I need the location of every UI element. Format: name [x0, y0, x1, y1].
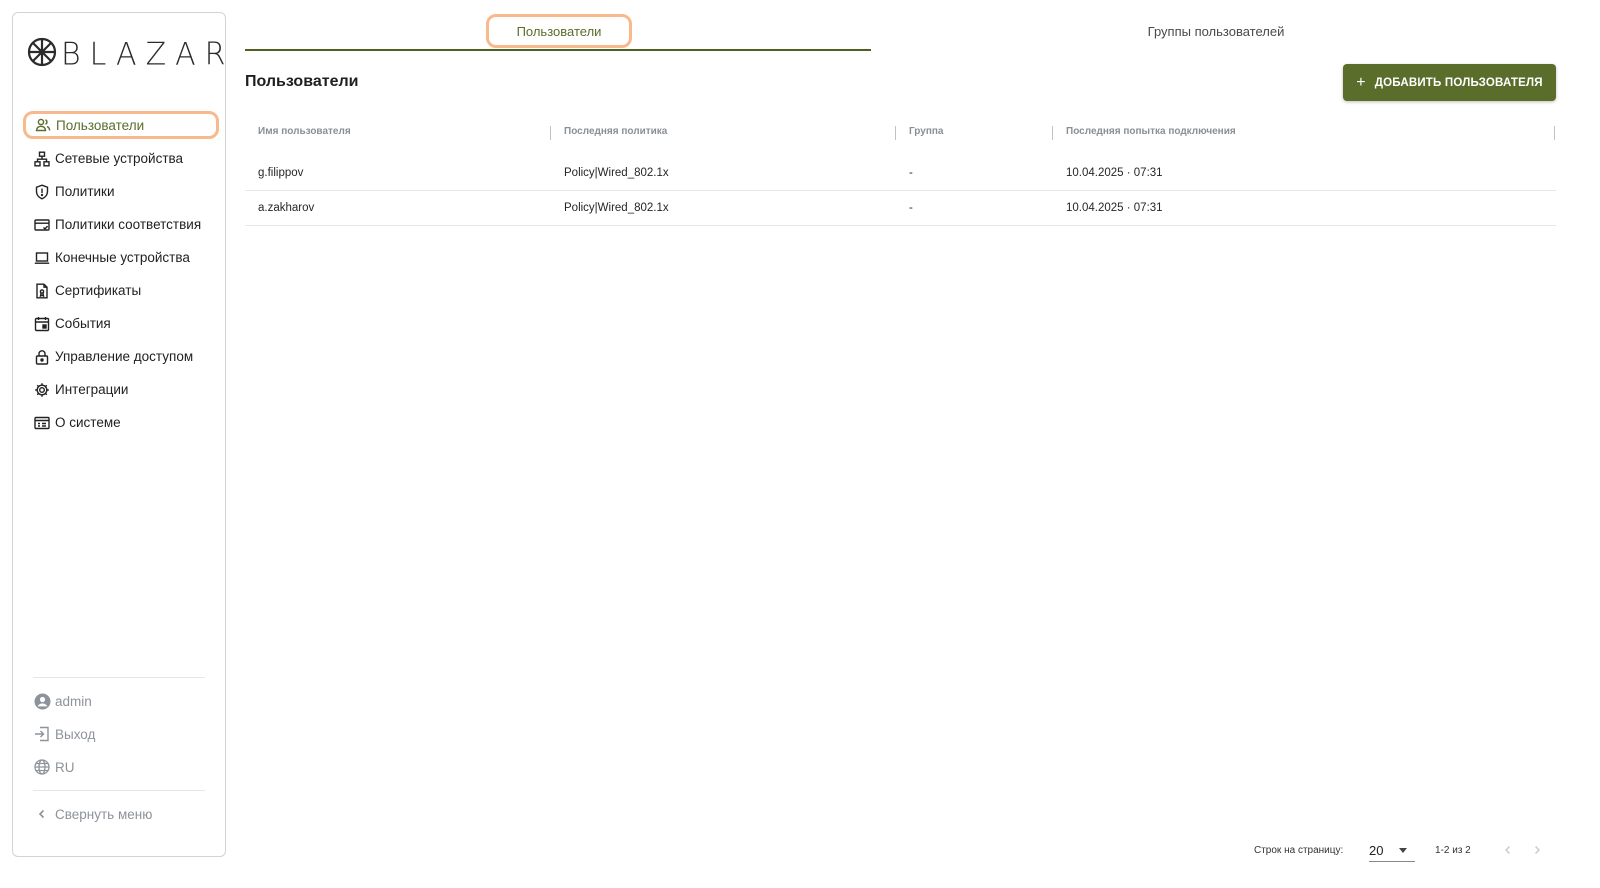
sidebar-nav: Пользователи Сетевые устройства Политики…	[23, 109, 219, 439]
sidebar-divider	[33, 677, 205, 678]
table-row[interactable]: g.filippov Policy|Wired_802.1x - 10.04.2…	[245, 156, 1556, 191]
shield-icon	[33, 183, 51, 201]
sidebar-item-label: Политики	[55, 184, 115, 199]
chevron-left-icon	[1504, 845, 1511, 855]
certificate-icon	[33, 282, 51, 300]
plus-icon: +	[1356, 73, 1366, 91]
cell-username: a.zakharov	[258, 202, 315, 214]
sidebar-item-integrations[interactable]: Интеграции	[23, 373, 219, 406]
page-title: Пользователи	[245, 73, 359, 90]
sidebar-item-label: Управление доступом	[55, 349, 194, 364]
tab-user-groups[interactable]: Группы пользователей	[1080, 14, 1352, 48]
user-name: admin	[55, 693, 92, 709]
column-separator[interactable]	[1052, 126, 1053, 140]
column-header-username[interactable]: Имя пользователя	[258, 126, 351, 137]
table-header: Имя пользователя Последняя политика Груп…	[245, 120, 1556, 148]
rows-per-page-select[interactable]: 20	[1369, 840, 1415, 862]
language-selector[interactable]: RU	[33, 755, 75, 779]
sidebar-item-label: Пользователи	[56, 117, 145, 133]
sidebar-item-network-devices[interactable]: Сетевые устройства	[23, 142, 219, 175]
column-header-group[interactable]: Группа	[909, 126, 943, 137]
users-table: Имя пользователя Последняя политика Груп…	[245, 120, 1556, 226]
column-separator[interactable]	[895, 126, 896, 140]
sidebar-item-label: Сетевые устройства	[55, 151, 184, 166]
logo-snowflake-icon	[27, 37, 57, 72]
cell-last-policy: Policy|Wired_802.1x	[564, 202, 669, 214]
sidebar-item-users[interactable]: Пользователи	[23, 111, 219, 139]
user-profile[interactable]: admin	[33, 689, 92, 713]
table-row[interactable]: a.zakharov Policy|Wired_802.1x - 10.04.2…	[245, 191, 1556, 226]
sidebar-item-compliance-policies[interactable]: Политики соответствия	[23, 208, 219, 241]
globe-icon	[33, 758, 51, 776]
info-window-icon	[33, 414, 51, 432]
column-separator[interactable]	[1554, 126, 1555, 140]
rows-per-page-label: Строк на страницу:	[1254, 845, 1344, 856]
column-separator[interactable]	[550, 126, 551, 140]
language-label: RU	[55, 759, 75, 775]
lock-icon	[33, 348, 51, 366]
collapse-menu-label: Свернуть меню	[55, 806, 153, 822]
column-header-last-connection[interactable]: Последняя попытка подключения	[1066, 126, 1236, 137]
sidebar-item-label: Политики соответствия	[55, 217, 202, 232]
logout-button[interactable]: Выход	[33, 722, 95, 746]
cell-username: g.filippov	[258, 167, 304, 179]
sidebar-item-events[interactable]: События	[23, 307, 219, 340]
sidebar-item-label: Сертификаты	[55, 283, 142, 298]
tab-users[interactable]: Пользователи	[486, 14, 632, 48]
sidebar-item-certificates[interactable]: Сертификаты	[23, 274, 219, 307]
collapse-menu-button[interactable]: Свернуть меню	[33, 802, 152, 826]
gear-icon	[33, 381, 51, 399]
sidebar-item-label: События	[55, 316, 111, 331]
previous-page-button[interactable]	[1498, 840, 1518, 860]
sidebar-item-about[interactable]: О системе	[23, 406, 219, 439]
cell-last-policy: Policy|Wired_802.1x	[564, 167, 669, 179]
active-tab-indicator	[245, 49, 871, 51]
cell-group: -	[909, 202, 913, 214]
calendar-icon	[33, 315, 51, 333]
pagination-range: 1-2 из 2	[1435, 845, 1471, 856]
sidebar-item-label: О системе	[55, 415, 121, 430]
sidebar-item-endpoints[interactable]: Конечные устройства	[23, 241, 219, 274]
sidebar-item-label: Интеграции	[55, 382, 129, 397]
cell-group: -	[909, 167, 913, 179]
logout-icon	[33, 725, 51, 743]
sidebar: BLAZAR Пользователи Сетевые устройства П…	[12, 12, 226, 857]
users-icon	[34, 116, 52, 134]
logo-text: BLAZAR	[61, 36, 235, 73]
logo[interactable]: BLAZAR	[27, 36, 235, 73]
network-icon	[33, 150, 51, 168]
cell-last-connection: 10.04.2025 · 07:31	[1066, 167, 1163, 179]
sidebar-item-access-control[interactable]: Управление доступом	[23, 340, 219, 373]
sidebar-item-policies[interactable]: Политики	[23, 175, 219, 208]
laptop-icon	[33, 249, 51, 267]
sidebar-divider	[33, 790, 205, 791]
user-circle-icon	[33, 692, 51, 710]
sidebar-item-label: Конечные устройства	[55, 250, 190, 265]
chevron-left-icon	[33, 805, 51, 823]
logout-label: Выход	[55, 726, 96, 742]
cell-last-connection: 10.04.2025 · 07:31	[1066, 202, 1163, 214]
add-user-button[interactable]: + ДОБАВИТЬ ПОЛЬЗОВАТЕЛЯ	[1343, 64, 1556, 101]
column-header-last-policy[interactable]: Последняя политика	[564, 126, 667, 137]
chevron-right-icon	[1534, 845, 1541, 855]
next-page-button[interactable]	[1527, 840, 1547, 860]
card-check-icon	[33, 216, 51, 234]
add-user-label: ДОБАВИТЬ ПОЛЬЗОВАТЕЛЯ	[1374, 76, 1543, 89]
rows-per-page-value: 20	[1369, 843, 1384, 858]
caret-down-icon	[1399, 848, 1407, 853]
